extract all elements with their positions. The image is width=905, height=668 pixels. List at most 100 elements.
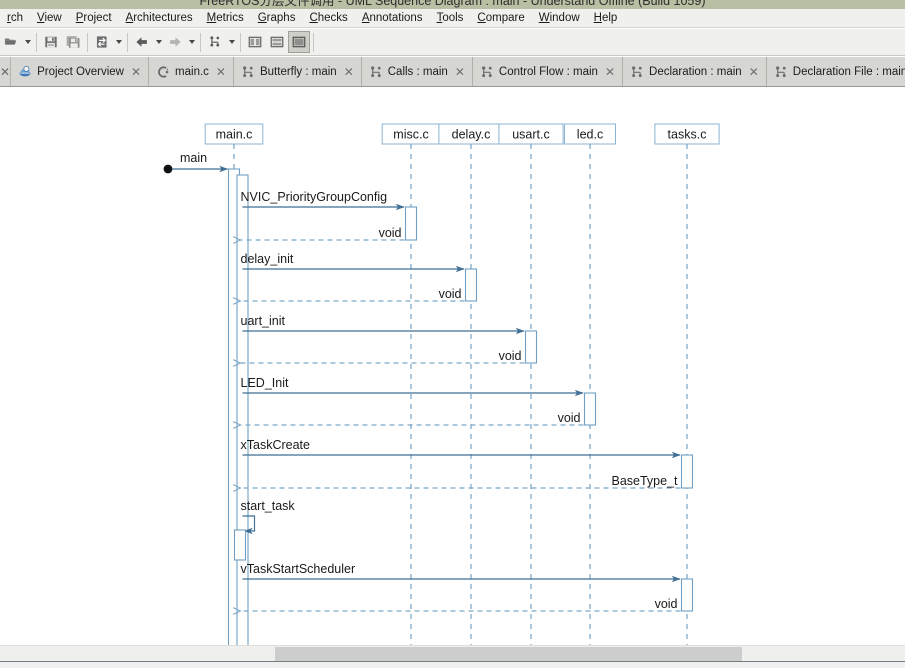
menu-item-metrics[interactable]: Metrics: [200, 9, 251, 27]
layout-single-icon: [292, 36, 306, 48]
menu-item-checks[interactable]: Checks: [302, 9, 354, 27]
source-file-icon: [156, 65, 170, 79]
graph-node-icon: [210, 36, 220, 47]
menu-item-rch[interactable]: rch: [0, 9, 30, 27]
tab-close-icon[interactable]: ✕: [605, 66, 615, 78]
graph-icon: [774, 65, 788, 79]
message-name-label: xTaskCreate: [241, 438, 311, 452]
change-graph-button[interactable]: [91, 31, 113, 53]
graph-icon: [369, 65, 383, 79]
message-return-label: void: [439, 287, 462, 301]
back-button[interactable]: [131, 31, 153, 53]
graph-icon: [630, 65, 644, 79]
graph-icon: [241, 65, 255, 79]
tab-label: Declaration File : main: [792, 65, 905, 78]
menu-item-tools[interactable]: Tools: [430, 9, 471, 27]
project-overview-icon: [18, 65, 32, 79]
tab-close-icon[interactable]: ✕: [344, 66, 354, 78]
graphs-button[interactable]: [204, 31, 226, 53]
toolbar-separator: [313, 32, 314, 52]
tab-bar: ✕ Project Overview ✕ main.c ✕ Butterfly : ma…: [0, 57, 905, 87]
tab-control-flow-main[interactable]: Control Flow : main ✕: [472, 57, 624, 86]
lifeline-label-led_c: led.c: [577, 128, 603, 142]
sequence-diagram-svg: main.c misc.c delay.c usart.c led.c tasks.c ma…: [0, 88, 905, 645]
message-name-label: delay_init: [241, 252, 294, 266]
lifeline-label-tasks_c: tasks.c: [668, 128, 707, 142]
activation-bar-tasks_c[interactable]: [680, 454, 694, 489]
start-message-label: main: [180, 151, 207, 165]
tab-close-icon[interactable]: ✕: [749, 66, 759, 78]
tab-label: Calls : main: [387, 65, 448, 78]
message-name-label: uart_init: [241, 314, 286, 328]
activation-bar-led_c[interactable]: [583, 392, 597, 426]
tab-label: Declaration : main: [649, 65, 742, 78]
close-all-tabs-button[interactable]: ✕: [0, 57, 12, 86]
message-return-label: void: [558, 411, 581, 425]
tab-main-c[interactable]: main.c ✕: [149, 57, 234, 86]
message-return-label: BaseType_t: [611, 474, 678, 488]
split-vertical-button[interactable]: [244, 31, 266, 53]
message-return-label: void: [499, 349, 522, 363]
menu-item-help[interactable]: Help: [587, 9, 625, 27]
tab-label: main.c: [175, 65, 209, 78]
start-point-icon: [163, 164, 173, 174]
message-name-label: start_task: [241, 499, 296, 513]
horizontal-scrollbar-thumb[interactable]: [275, 647, 742, 661]
save-button[interactable]: [40, 31, 62, 53]
open-project-button[interactable]: [0, 31, 22, 53]
forward-dropdown[interactable]: [186, 31, 197, 53]
tab-calls-main[interactable]: Calls : main ✕: [361, 57, 473, 86]
activation-bar-tasks_c[interactable]: [680, 578, 694, 612]
tab-label: Butterfly : main: [259, 65, 337, 78]
tab-declaration-main[interactable]: Declaration : main ✕: [623, 57, 767, 86]
tab-close-icon[interactable]: ✕: [131, 66, 141, 78]
open-folder-icon: [4, 38, 17, 45]
activation-bar-delay_c[interactable]: [464, 268, 478, 302]
tab-butterfly-main[interactable]: Butterfly : main ✕: [233, 57, 362, 86]
activation-bar-misc_c[interactable]: [404, 206, 418, 241]
back-dropdown[interactable]: [153, 31, 164, 53]
application-window: FreeRTOS分层文件调用 - UML Sequence Diagram : …: [0, 0, 905, 668]
toolbar-separator: [36, 32, 37, 52]
tab-close-icon[interactable]: ✕: [216, 66, 226, 78]
lifeline-label-usart_c: usart.c: [512, 128, 550, 142]
forward-button[interactable]: [164, 31, 186, 53]
activation-bar-usart_c[interactable]: [524, 330, 538, 364]
diagram-canvas[interactable]: main.c misc.c delay.c usart.c led.c tasks.c ma…: [0, 88, 905, 645]
menu-item-annotations[interactable]: Annotations: [355, 9, 430, 27]
menu-item-graphs[interactable]: Graphs: [251, 9, 303, 27]
horizontal-scrollbar[interactable]: [0, 645, 905, 661]
menu-bar: rch View Project Architectures Metrics Graphs…: [0, 9, 905, 28]
message-return-label: void: [379, 226, 402, 240]
open-project-dropdown[interactable]: [22, 31, 33, 53]
message-name-label: LED_Init: [241, 376, 289, 390]
menu-item-view[interactable]: View: [30, 9, 69, 27]
toolbar-separator: [200, 32, 201, 52]
message-name-label: vTaskStartScheduler: [241, 562, 356, 576]
graph-icon: [480, 65, 494, 79]
title-bar: FreeRTOS分层文件调用 - UML Sequence Diagram : …: [0, 0, 905, 9]
menu-item-compare[interactable]: Compare: [470, 9, 531, 27]
status-bar: [0, 661, 905, 668]
tab-project-overview[interactable]: Project Overview ✕: [11, 57, 150, 86]
window-title: FreeRTOS分层文件调用 - UML Sequence Diagram : …: [199, 0, 706, 8]
lifeline-label-main_c: main.c: [216, 128, 253, 142]
graphs-dropdown[interactable]: [226, 31, 237, 53]
tab-declaration-file-main[interactable]: Declaration File : main✕: [766, 57, 905, 86]
tab-label: Control Flow : main: [498, 65, 598, 78]
change-graph-dropdown[interactable]: [113, 31, 124, 53]
save-all-button[interactable]: [62, 31, 84, 53]
single-pane-button[interactable]: [288, 31, 310, 53]
message-return-label: void: [655, 597, 678, 611]
menu-item-window[interactable]: Window: [532, 9, 587, 27]
save-all-icon: [66, 36, 80, 48]
activation-bar-self-call[interactable]: [233, 529, 247, 561]
split-horizontal-button[interactable]: [266, 31, 288, 53]
toolbar: [0, 29, 905, 56]
swap-refresh-icon: [96, 36, 107, 48]
message-name-label: NVIC_PriorityGroupConfig: [241, 190, 388, 204]
tab-close-icon[interactable]: ✕: [455, 66, 465, 78]
forward-arrow-icon: [170, 37, 181, 47]
menu-item-architectures[interactable]: Architectures: [119, 9, 200, 27]
menu-item-project[interactable]: Project: [69, 9, 119, 27]
